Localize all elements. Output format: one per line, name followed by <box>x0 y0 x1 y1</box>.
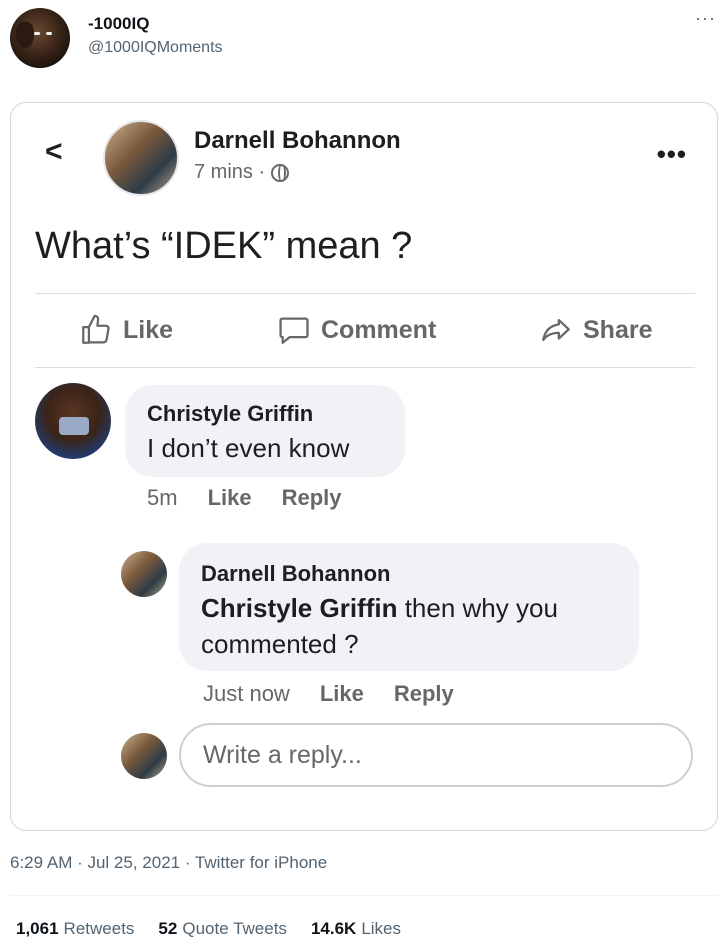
comment-author: Christyle Griffin <box>147 401 314 426</box>
quote-tweets-label: Quote Tweets <box>182 919 287 938</box>
divider <box>35 367 695 368</box>
avatar-hand <box>16 22 34 48</box>
reply-author-avatar <box>121 551 167 597</box>
likes-count: 14.6K <box>310 919 357 938</box>
write-reply-field: Write a reply... <box>179 723 693 787</box>
likes-stat[interactable]: 14.6K Likes <box>311 919 401 939</box>
post-text: What’s “IDEK” mean ? <box>35 225 413 267</box>
reply-text-line2: commented ? <box>201 629 359 659</box>
tweet-handle[interactable]: @1000IQMoments <box>88 39 223 57</box>
reply-reply: Reply <box>393 681 454 706</box>
quote-tweets-count: 52 <box>158 919 178 938</box>
retweets-stat[interactable]: 1,061 Retweets <box>16 919 134 939</box>
post-meta: 7 mins · <box>194 161 290 184</box>
reply-meta: Just now Like Reply <box>203 681 454 707</box>
like-label: Like <box>123 315 174 344</box>
retweets-label: Retweets <box>63 919 135 938</box>
current-user-avatar <box>121 733 167 779</box>
divider <box>10 895 718 896</box>
reply-time: Just now <box>203 681 290 706</box>
like-action: Like <box>79 313 173 347</box>
comment-bubble-icon <box>279 317 309 344</box>
comment-reply: Reply <box>281 485 342 510</box>
post-author-avatar <box>103 120 179 196</box>
comment-label: Comment <box>321 315 437 344</box>
comment-time: 5m <box>147 485 178 510</box>
tweet-display-name[interactable]: -1000IQ <box>88 14 149 34</box>
post-time: 7 mins · <box>194 161 266 183</box>
back-chevron-icon: < <box>45 135 63 168</box>
reply-bubble: Darnell Bohannon Christyle Griffin then … <box>179 543 639 671</box>
tweet-stats: 1,061 Retweets 52 Quote Tweets 14.6K Likes <box>16 919 401 939</box>
reply-like: Like <box>319 681 364 706</box>
thumbs-up-icon <box>82 314 110 344</box>
post-author-name: Darnell Bohannon <box>194 127 401 154</box>
avatar-eye <box>34 32 40 35</box>
comment-action: Comment <box>277 313 436 347</box>
tweet-media-card[interactable]: < Darnell Bohannon 7 mins · ••• What’s “… <box>10 102 718 831</box>
likes-label: Likes <box>361 919 401 938</box>
avatar-eye <box>46 32 52 35</box>
globe-icon <box>271 163 290 182</box>
comment-meta: 5m Like Reply <box>147 485 342 511</box>
avatar-mask <box>59 417 89 435</box>
comment-text: I don’t even know <box>147 433 350 463</box>
divider <box>35 293 695 294</box>
share-arrow-icon <box>542 318 570 342</box>
comment-like: Like <box>207 485 252 510</box>
comment-bubble: Christyle Griffin I don’t even know <box>125 385 405 477</box>
tweet-timestamp[interactable]: 6:29 AM · Jul 25, 2021 · Twitter for iPh… <box>10 853 327 873</box>
commenter-avatar <box>35 383 111 459</box>
quote-tweets-stat[interactable]: 52 Quote Tweets <box>158 919 287 939</box>
reply-text-line1: Christyle Griffin then why you <box>201 593 558 624</box>
tweet-author-avatar[interactable] <box>10 8 70 68</box>
reply-text-rest: then why you <box>397 593 558 623</box>
reply-author: Darnell Bohannon <box>201 561 391 586</box>
post-more-icon: ••• <box>656 139 687 169</box>
share-label: Share <box>583 315 653 344</box>
reply-mention: Christyle Griffin <box>201 593 398 623</box>
retweets-count: 1,061 <box>16 919 59 938</box>
ellipsis-icon[interactable]: ··· <box>695 8 716 29</box>
share-action: Share <box>539 313 652 347</box>
